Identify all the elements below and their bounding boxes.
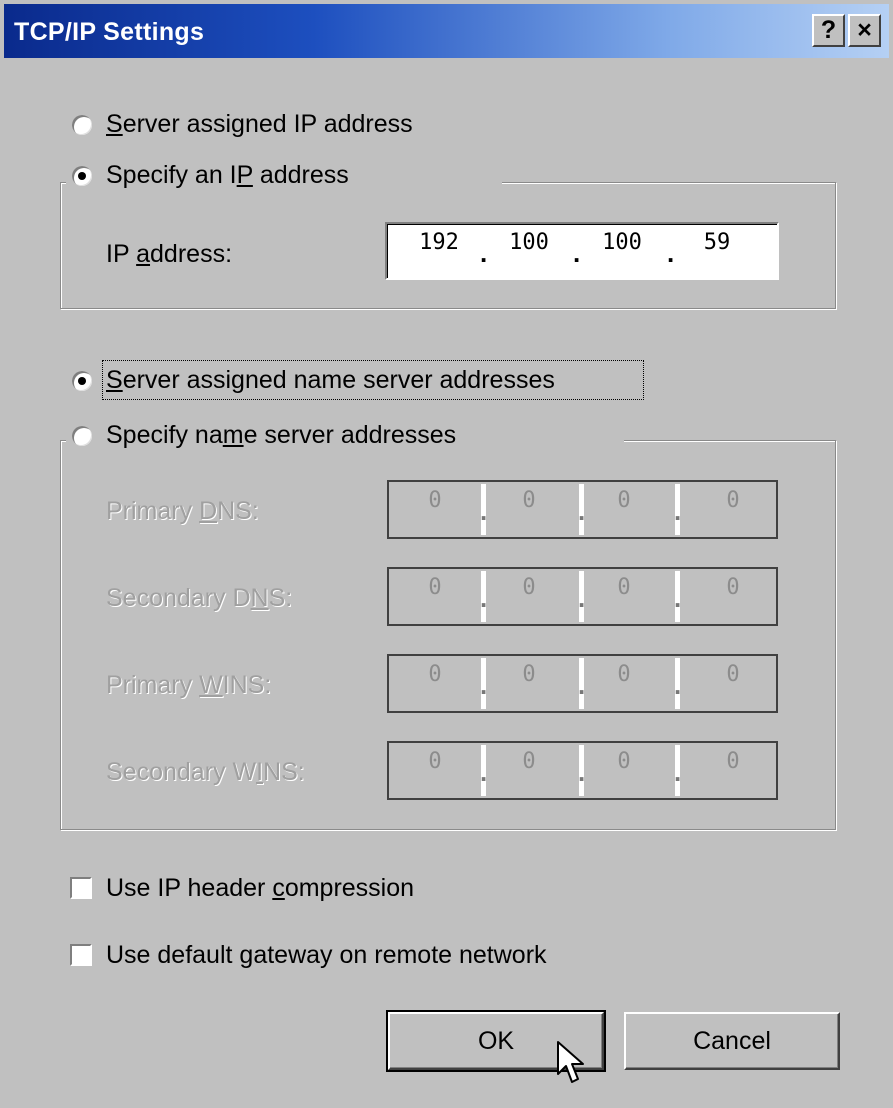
- dns-octet: 0: [428, 575, 442, 600]
- help-button[interactable]: ?: [812, 14, 845, 47]
- secondary-wins-label: Secondary WINS:: [106, 758, 305, 786]
- wins-octet: 0: [428, 749, 442, 774]
- title-bar[interactable]: TCP/IP Settings ? ×: [4, 4, 889, 58]
- dns-octet: 0: [617, 575, 631, 600]
- dns-octet: 0: [522, 488, 536, 513]
- ip-octet-4[interactable]: 59: [687, 230, 747, 255]
- primary-wins-label: Primary WINS:: [106, 671, 272, 699]
- specify-ns-label[interactable]: Specify name server addresses: [106, 421, 456, 450]
- server-assigned-ip-radio[interactable]: [72, 115, 92, 135]
- wins-octet: 0: [428, 662, 442, 687]
- server-assigned-ns-label[interactable]: Server assigned name server addresses: [106, 366, 555, 395]
- radio-selected-dot: [78, 377, 86, 385]
- mouse-pointer-icon: [557, 1041, 584, 1083]
- ip-address-label: IP address:: [106, 240, 233, 268]
- primary-dns-field: 0 . 0 . 0 . 0: [387, 480, 778, 539]
- ip-header-compression-checkbox[interactable]: [70, 877, 92, 899]
- dns-octet: 0: [726, 575, 740, 600]
- default-gateway-label[interactable]: Use default gateway on remote network: [106, 941, 547, 970]
- default-gateway-checkbox[interactable]: [70, 944, 92, 966]
- ip-address-field[interactable]: 192 . 100 . 100 . 59: [385, 222, 779, 280]
- octet-separator: .: [480, 238, 488, 268]
- secondary-dns-label: Secondary DNS:: [106, 584, 293, 612]
- ip-header-compression-label[interactable]: Use IP header compression: [106, 874, 414, 903]
- dns-octet: 0: [428, 488, 442, 513]
- server-assigned-ip-label[interactable]: Server assigned IP address: [106, 110, 413, 139]
- wins-octet: 0: [617, 662, 631, 687]
- ip-octet-2[interactable]: 100: [499, 230, 559, 255]
- dns-octet: 0: [522, 575, 536, 600]
- dns-octet: 0: [617, 488, 631, 513]
- secondary-wins-field: 0 . 0 . 0 . 0: [387, 741, 778, 800]
- secondary-dns-field: 0 . 0 . 0 . 0: [387, 567, 778, 626]
- octet-separator: .: [573, 238, 581, 268]
- wins-octet: 0: [522, 749, 536, 774]
- wins-octet: 0: [726, 749, 740, 774]
- close-button[interactable]: ×: [848, 14, 881, 47]
- wins-octet: 0: [617, 749, 631, 774]
- radio-selected-dot: [78, 172, 86, 180]
- ip-octet-3[interactable]: 100: [592, 230, 652, 255]
- specify-ns-radio[interactable]: [72, 426, 92, 446]
- server-assigned-ns-radio[interactable]: [72, 371, 92, 391]
- tcpip-settings-dialog: TCP/IP Settings ? × Server assigned IP a…: [0, 0, 893, 1108]
- primary-dns-label: Primary DNS:: [106, 497, 259, 525]
- cancel-button[interactable]: Cancel: [624, 1012, 840, 1070]
- wins-octet: 0: [522, 662, 536, 687]
- octet-separator: .: [667, 238, 675, 268]
- dns-octet: 0: [726, 488, 740, 513]
- primary-wins-field: 0 . 0 . 0 . 0: [387, 654, 778, 713]
- window-title: TCP/IP Settings: [14, 18, 205, 46]
- ip-octet-1[interactable]: 192: [409, 230, 469, 255]
- wins-octet: 0: [726, 662, 740, 687]
- specify-ip-radio[interactable]: [72, 166, 92, 186]
- specify-ip-label[interactable]: Specify an IP address: [106, 161, 349, 190]
